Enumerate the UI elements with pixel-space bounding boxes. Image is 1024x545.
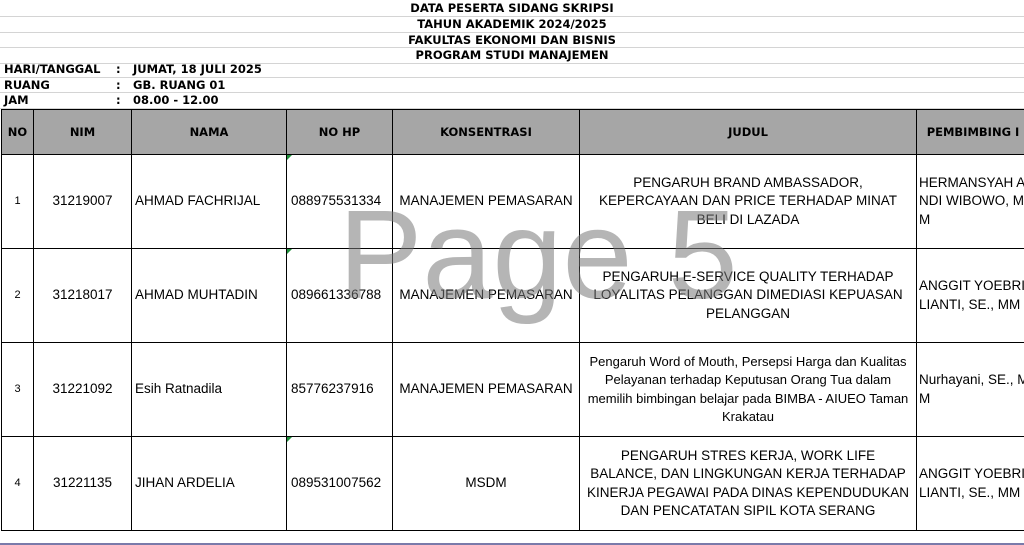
cell-pembimbing[interactable]: ANGGIT YOEBRILIANTI, SE., MM — [916, 248, 1024, 343]
cell-no[interactable]: 1 — [1, 154, 34, 249]
info-colon: : — [116, 77, 121, 92]
info-value: 08.00 - 12.00 — [133, 93, 219, 107]
cell-konsentrasi[interactable]: MSDM — [392, 436, 580, 531]
header-pembimbing[interactable]: PEMBIMBING I — [916, 109, 1024, 155]
table-row: 1 31219007 AHMAD FACHRIJAL 088975531334 … — [1, 154, 1024, 249]
info-label: RUANG — [4, 77, 50, 92]
info-colon: : — [116, 93, 121, 107]
cell-judul[interactable]: PENGARUH STRES KERJA, WORK LIFE BALANCE,… — [579, 436, 917, 531]
header-nim[interactable]: NIM — [33, 109, 132, 155]
cell-no-hp[interactable]: 089661336788 — [286, 248, 393, 343]
cell-pembimbing[interactable]: Nurhayani, SE., MM — [916, 342, 1024, 437]
info-label: JAM — [4, 93, 29, 107]
cell-no-hp[interactable]: 089531007562 — [286, 436, 393, 531]
table-row: 2 31218017 AHMAD MUHTADIN 089661336788 M… — [1, 248, 1024, 343]
spreadsheet-sheet: DATA PESERTA SIDANG SKRIPSI TAHUN AKADEM… — [0, 0, 1024, 545]
info-colon: : — [116, 62, 121, 76]
info-row-room: RUANG : GB. RUANG 01 — [0, 77, 1024, 93]
cell-nama[interactable]: AHMAD FACHRIJAL — [131, 154, 287, 249]
participants-table: NO NIM NAMA NO HP KONSENTRASI JUDUL PEMB… — [1, 109, 1024, 531]
cell-konsentrasi[interactable]: MANAJEMEN PEMASARAN — [392, 154, 580, 249]
title-line: DATA PESERTA SIDANG SKRIPSI — [0, 0, 1024, 17]
cell-konsentrasi[interactable]: MANAJEMEN PEMASARAN — [392, 248, 580, 343]
cell-nim[interactable]: 31218017 — [33, 248, 132, 343]
cell-nama[interactable]: AHMAD MUHTADIN — [131, 248, 287, 343]
cell-no-hp[interactable]: 088975531334 — [286, 154, 393, 249]
cell-nim[interactable]: 31221135 — [33, 436, 132, 531]
cell-no[interactable]: 3 — [1, 342, 34, 437]
cell-nim[interactable]: 31219007 — [33, 154, 132, 249]
cell-judul[interactable]: Pengaruh Word of Mouth, Persepsi Harga d… — [579, 342, 917, 437]
cell-konsentrasi[interactable]: MANAJEMEN PEMASARAN — [392, 342, 580, 437]
header-judul[interactable]: JUDUL — [579, 109, 917, 155]
info-row-time: JAM : 08.00 - 12.00 — [0, 93, 1024, 109]
cell-nama[interactable]: Esih Ratnadila — [131, 342, 287, 437]
header-no[interactable]: NO — [1, 109, 34, 155]
header-no-hp[interactable]: NO HP — [286, 109, 393, 155]
table-row: 4 31221135 JIHAN ARDELIA 089531007562 MS… — [1, 436, 1024, 531]
title-line: TAHUN AKADEMIK 2024/2025 — [0, 17, 1024, 33]
cell-judul[interactable]: PENGARUH E-SERVICE QUALITY TERHADAP LOYA… — [579, 248, 917, 343]
title-block: DATA PESERTA SIDANG SKRIPSI TAHUN AKADEM… — [0, 0, 1024, 64]
empty-row — [0, 530, 1024, 545]
table-header-row: NO NIM NAMA NO HP KONSENTRASI JUDUL PEMB… — [1, 109, 1024, 155]
session-info: HARI/TANGGAL : JUMAT, 18 JULI 2025 RUANG… — [0, 62, 1024, 109]
header-konsentrasi[interactable]: KONSENTRASI — [392, 109, 580, 155]
table-row: 3 31221092 Esih Ratnadila 85776237916 MA… — [1, 342, 1024, 437]
cell-no[interactable]: 4 — [1, 436, 34, 531]
cell-pembimbing[interactable]: HERMANSYAH ANDI WIBOWO, MM — [916, 154, 1024, 249]
title-line: FAKULTAS EKONOMI DAN BISNIS — [0, 33, 1024, 48]
cell-pembimbing[interactable]: ANGGIT YOEBRILIANTI, SE., MM — [916, 436, 1024, 531]
cell-nim[interactable]: 31221092 — [33, 342, 132, 437]
info-label: HARI/TANGGAL — [4, 62, 101, 76]
cell-no[interactable]: 2 — [1, 248, 34, 343]
cell-nama[interactable]: JIHAN ARDELIA — [131, 436, 287, 531]
info-value: JUMAT, 18 JULI 2025 — [133, 62, 262, 76]
cell-judul[interactable]: PENGARUH BRAND AMBASSADOR, KEPERCAYAAN D… — [579, 154, 917, 249]
cell-no-hp[interactable]: 85776237916 — [286, 342, 393, 437]
header-nama[interactable]: NAMA — [131, 109, 287, 155]
info-row-date: HARI/TANGGAL : JUMAT, 18 JULI 2025 — [0, 62, 1024, 78]
info-value: GB. RUANG 01 — [133, 77, 226, 92]
